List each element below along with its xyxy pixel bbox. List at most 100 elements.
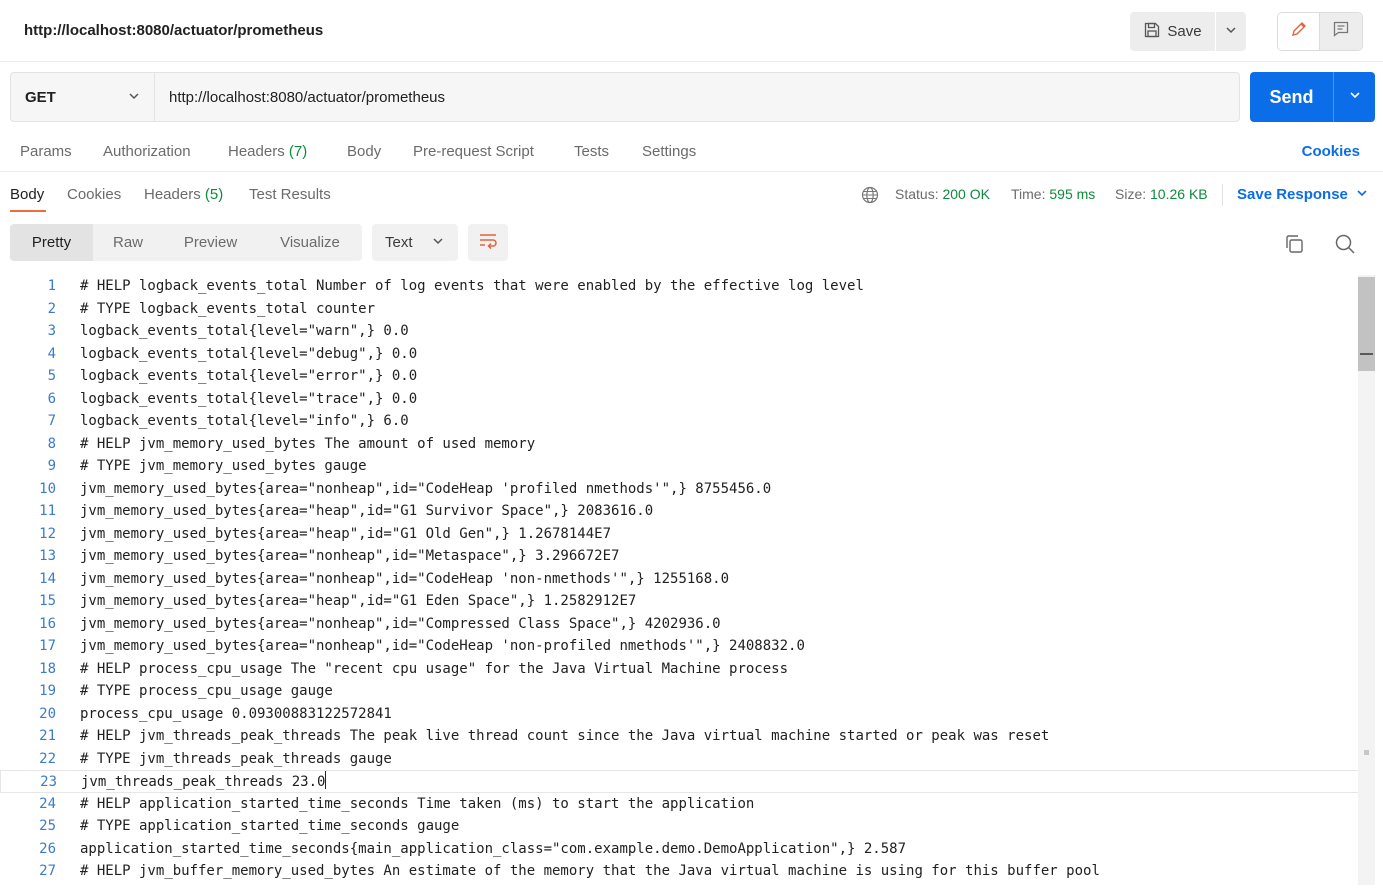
- scrollbar-marker: [1364, 750, 1369, 755]
- copy-icon[interactable]: [1283, 233, 1305, 260]
- tab-response-cookies[interactable]: Cookies: [67, 186, 121, 203]
- send-button[interactable]: Send: [1250, 72, 1334, 122]
- view-raw[interactable]: Raw: [93, 224, 163, 261]
- floppy-disk-icon: [1143, 21, 1161, 43]
- tab-response-body[interactable]: Body: [10, 186, 44, 203]
- line-number: 13: [39, 548, 56, 564]
- tab-headers[interactable]: Headers (7): [228, 143, 307, 160]
- line-number: 14: [39, 570, 56, 587]
- tab-response-headers[interactable]: Headers (5): [144, 186, 223, 203]
- code-line[interactable]: 12 jvm_memory_used_bytes{area="heap",id="…: [0, 523, 1360, 546]
- response-body-editor[interactable]: 1 # HELP logback_events_total Number of l…: [0, 275, 1360, 892]
- tab-test-results[interactable]: Test Results: [249, 186, 331, 203]
- code-line[interactable]: 15 jvm_memory_used_bytes{area="heap",id="…: [0, 590, 1360, 613]
- code-line[interactable]: 20 process_cpu_usage 0.09300883122572841: [0, 703, 1360, 726]
- line-number: 11: [39, 503, 56, 519]
- save-button[interactable]: Save: [1130, 12, 1216, 51]
- code-line[interactable]: 27 # HELP jvm_buffer_memory_used_bytes An…: [0, 860, 1360, 883]
- scrollbar-marker: [1360, 353, 1373, 355]
- send-button-group: Send: [1250, 72, 1375, 122]
- code-text: logback_events_total{level="trace",} 0.0: [80, 390, 418, 407]
- word-wrap-icon: [478, 231, 498, 254]
- size-value: 10.26 KB: [1150, 186, 1208, 202]
- code-line[interactable]: 18 # HELP process_cpu_usage The "recent c…: [0, 658, 1360, 681]
- code-line[interactable]: 21 # HELP jvm_threads_peak_threads The pe…: [0, 725, 1360, 748]
- view-visualize[interactable]: Visualize: [258, 224, 362, 261]
- view-pretty[interactable]: Pretty: [10, 224, 93, 261]
- tab-tests[interactable]: Tests: [574, 143, 609, 160]
- size-label: Size:: [1115, 186, 1147, 202]
- code-text: # HELP jvm_threads_peak_threads The peak…: [80, 728, 1050, 744]
- format-value: Text: [385, 234, 413, 251]
- code-line[interactable]: 10 jvm_memory_used_bytes{area="nonheap",i…: [0, 478, 1360, 501]
- edit-mode-button[interactable]: [1278, 13, 1321, 50]
- cookies-link[interactable]: Cookies: [1302, 143, 1360, 160]
- code-line[interactable]: 2 # TYPE logback_events_total counter: [0, 298, 1360, 321]
- send-options-button[interactable]: [1334, 72, 1375, 122]
- save-response-button[interactable]: Save Response: [1237, 186, 1368, 203]
- code-line[interactable]: 16 jvm_memory_used_bytes{area="nonheap",i…: [0, 613, 1360, 636]
- request-title[interactable]: http://localhost:8080/actuator/prometheu…: [24, 22, 323, 39]
- tab-response-headers-label: Headers: [144, 186, 201, 203]
- code-line[interactable]: 11 jvm_memory_used_bytes{area="heap",id="…: [0, 500, 1360, 523]
- code-line-current[interactable]: 23 jvm_threads_peak_threads 23.0: [0, 770, 1360, 793]
- request-tabs: Params Authorization Headers (7) Body Pr…: [0, 132, 1383, 172]
- method-select[interactable]: GET: [11, 73, 155, 121]
- code-line[interactable]: 14 jvm_memory_used_bytes{area="nonheap",i…: [0, 568, 1360, 591]
- code-line[interactable]: 9 # TYPE jvm_memory_used_bytes gauge: [0, 455, 1360, 478]
- time-indicator[interactable]: Time: 595 ms: [1011, 186, 1095, 202]
- code-text: jvm_memory_used_bytes{area="heap",id="G1…: [80, 593, 637, 609]
- code-line[interactable]: 4 logback_events_total{level="debug",} 0.…: [0, 343, 1360, 366]
- globe-icon[interactable]: [861, 186, 879, 209]
- tab-body[interactable]: Body: [347, 143, 381, 160]
- code-line[interactable]: 7 logback_events_total{level="info",} 6.0: [0, 410, 1360, 433]
- size-indicator[interactable]: Size: 10.26 KB: [1115, 186, 1208, 202]
- save-options-button[interactable]: [1216, 12, 1246, 51]
- chevron-down-icon: [128, 89, 140, 106]
- mode-toggle: [1277, 12, 1363, 51]
- line-number: 20: [39, 705, 56, 722]
- text-cursor: [325, 771, 327, 789]
- code-line[interactable]: 25 # TYPE application_started_time_second…: [0, 815, 1360, 838]
- pencil-icon: [1290, 20, 1308, 43]
- save-label: Save: [1167, 23, 1202, 40]
- code-text: jvm_memory_used_bytes{area="heap",id="G1…: [80, 503, 654, 519]
- code-line[interactable]: 24 # HELP application_started_time_second…: [0, 793, 1360, 816]
- code-line[interactable]: 8 # HELP jvm_memory_used_bytes The amount…: [0, 433, 1360, 456]
- status-value: 200 OK: [942, 186, 990, 202]
- line-number: 19: [39, 683, 56, 699]
- view-preview[interactable]: Preview: [163, 224, 258, 261]
- tab-prerequest-script[interactable]: Pre-request Script: [413, 143, 534, 160]
- line-number: 10: [39, 480, 56, 497]
- line-number: 2: [47, 300, 56, 317]
- format-select[interactable]: Text: [372, 224, 458, 261]
- code-line[interactable]: 6 logback_events_total{level="trace",} 0.…: [0, 388, 1360, 411]
- comment-mode-button[interactable]: [1320, 13, 1362, 50]
- code-line[interactable]: 13 jvm_memory_used_bytes{area="nonheap",i…: [0, 545, 1360, 568]
- code-text: jvm_memory_used_bytes{area="nonheap",id=…: [80, 548, 620, 564]
- code-text: logback_events_total{level="info",} 6.0: [80, 413, 409, 429]
- code-text: # TYPE jvm_threads_peak_threads gauge: [80, 750, 392, 767]
- code-line[interactable]: 1 # HELP logback_events_total Number of l…: [0, 275, 1360, 298]
- time-label: Time:: [1011, 186, 1046, 202]
- tab-settings[interactable]: Settings: [642, 143, 696, 160]
- code-line[interactable]: 19 # TYPE process_cpu_usage gauge: [0, 680, 1360, 703]
- word-wrap-button[interactable]: [468, 224, 508, 261]
- code-text: # HELP application_started_time_seconds …: [80, 795, 755, 812]
- code-line[interactable]: 17 jvm_memory_used_bytes{area="nonheap",i…: [0, 635, 1360, 658]
- line-number: 26: [39, 840, 56, 857]
- code-line[interactable]: 5 logback_events_total{level="error",} 0.…: [0, 365, 1360, 388]
- code-line[interactable]: 22 # TYPE jvm_threads_peak_threads gauge: [0, 748, 1360, 771]
- tab-params[interactable]: Params: [20, 143, 72, 160]
- line-number: 27: [39, 863, 56, 879]
- status-label: Status:: [895, 186, 939, 202]
- tab-authorization[interactable]: Authorization: [103, 143, 191, 160]
- editor-scrollbar-thumb[interactable]: [1358, 277, 1375, 371]
- url-input[interactable]: [155, 73, 1239, 121]
- search-icon[interactable]: [1334, 233, 1356, 260]
- status-indicator[interactable]: Status: 200 OK: [895, 186, 990, 202]
- code-line[interactable]: 3 logback_events_total{level="warn",} 0.0: [0, 320, 1360, 343]
- line-number: 24: [39, 795, 56, 812]
- code-line[interactable]: 26 application_started_time_seconds{main_…: [0, 838, 1360, 861]
- chevron-down-icon: [1356, 186, 1368, 203]
